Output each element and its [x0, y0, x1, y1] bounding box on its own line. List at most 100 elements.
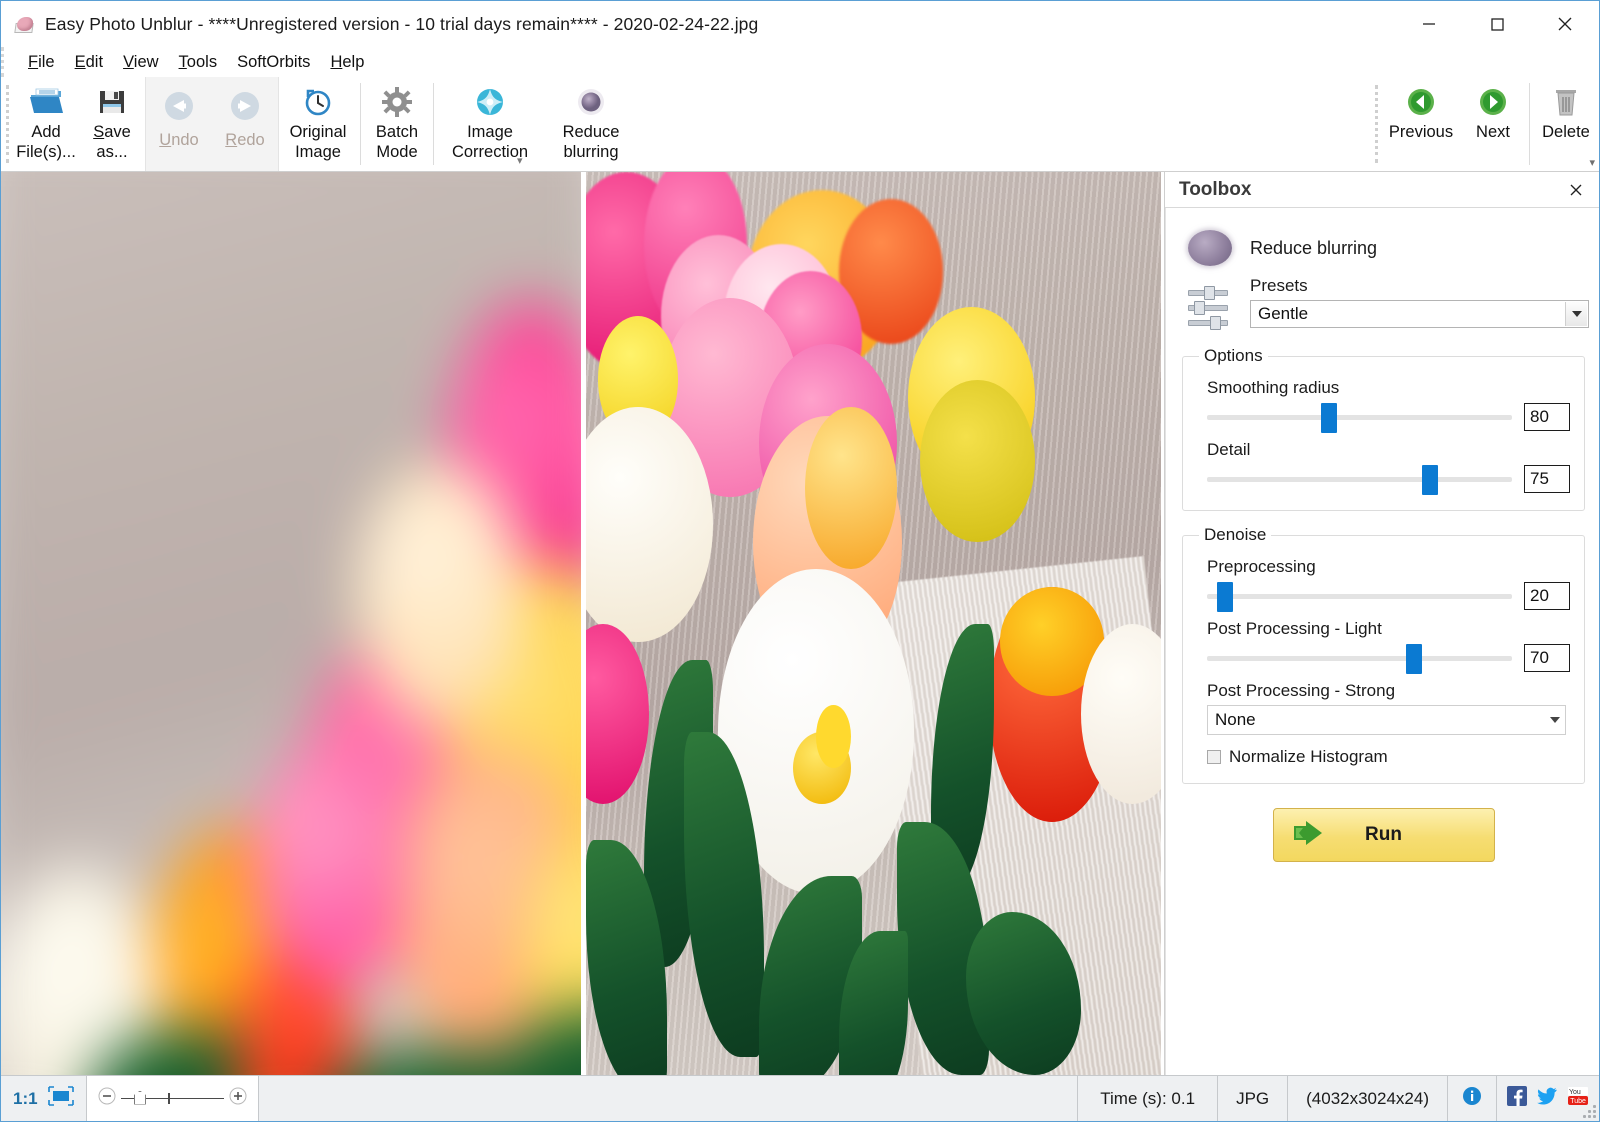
twitter-icon[interactable]: [1537, 1087, 1557, 1110]
maximize-button[interactable]: [1463, 1, 1531, 47]
preprocessing-label: Preprocessing: [1207, 557, 1570, 577]
add-files-icon: [28, 83, 64, 121]
post-processing-strong-label: Post Processing - Strong: [1207, 681, 1570, 701]
batch-mode-button[interactable]: Batch Mode: [364, 77, 430, 171]
previous-button[interactable]: Previous: [1382, 77, 1460, 171]
purple-sphere-icon: [1188, 230, 1232, 266]
smoothing-radius-control: Smoothing radius 80: [1197, 378, 1570, 432]
zoom-in-button[interactable]: [228, 1086, 248, 1111]
image-correction-button[interactable]: Image Correction: [437, 77, 543, 171]
close-button[interactable]: [1531, 1, 1599, 47]
toolbar-grip[interactable]: [6, 85, 13, 163]
presets-row: Presets Gentle: [1178, 270, 1589, 332]
slider-track: [1207, 656, 1512, 661]
processed-image-pane[interactable]: [586, 172, 1161, 1075]
original-image-pane[interactable]: [1, 172, 581, 1075]
slider-thumb[interactable]: [1217, 582, 1233, 612]
main-toolbar: Add File(s)... Save as...: [1, 77, 1599, 172]
menu-edit[interactable]: Edit: [65, 51, 113, 74]
toolbar-overflow-right[interactable]: ▾: [1589, 156, 1595, 169]
menu-file[interactable]: File: [18, 51, 65, 74]
slider-thumb[interactable]: [1321, 403, 1337, 433]
batch-mode-label-1: Batch: [376, 123, 418, 141]
smoothing-radius-slider[interactable]: [1207, 402, 1512, 432]
nav-toolbar-grip[interactable]: [1375, 85, 1382, 163]
zoom-ratio-cell[interactable]: 1:1: [1, 1076, 87, 1121]
menu-edit-label: dit: [86, 53, 103, 71]
info-cell[interactable]: [1448, 1076, 1497, 1121]
menu-help[interactable]: Help: [320, 51, 374, 74]
menu-tools[interactable]: Tools: [169, 51, 228, 74]
reduce-blurring-label-2: blurring: [563, 143, 618, 161]
active-tool-name: Reduce blurring: [1250, 238, 1377, 259]
next-button[interactable]: Next: [1460, 77, 1526, 171]
post-processing-light-label: Post Processing - Light: [1207, 619, 1570, 639]
smoothing-radius-value[interactable]: 80: [1524, 403, 1570, 431]
toolbox-panel: Toolbox Reduce blurring Preset: [1165, 172, 1599, 1075]
options-legend: Options: [1199, 346, 1268, 366]
post-processing-light-value[interactable]: 70: [1524, 644, 1570, 672]
preprocessing-value[interactable]: 20: [1524, 582, 1570, 610]
fit-to-window-icon[interactable]: [48, 1086, 74, 1111]
smoothing-radius-label: Smoothing radius: [1207, 378, 1570, 398]
add-files-button[interactable]: Add File(s)...: [13, 77, 79, 171]
menu-softorbits[interactable]: SoftOrbits: [227, 51, 320, 74]
toolbar-separator: [360, 83, 361, 165]
slider-thumb[interactable]: [1406, 644, 1422, 674]
checkbox-box[interactable]: [1207, 750, 1221, 764]
normalize-histogram-checkbox[interactable]: Normalize Histogram: [1207, 747, 1570, 767]
minimize-button[interactable]: [1395, 1, 1463, 47]
zoom-out-button[interactable]: [97, 1086, 117, 1111]
preprocessing-control: Preprocessing 20: [1197, 557, 1570, 611]
undo-button[interactable]: Undo: [146, 77, 212, 171]
facebook-icon[interactable]: [1507, 1086, 1527, 1111]
zoom-ratio-label: 1:1: [13, 1089, 38, 1109]
undo-arrow-icon: [162, 83, 196, 129]
normalize-histogram-label: Normalize Histogram: [1229, 747, 1388, 767]
window-title: Easy Photo Unblur - ****Unregistered ver…: [45, 14, 758, 35]
presets-value: Gentle: [1251, 304, 1308, 324]
run-button[interactable]: Run: [1273, 808, 1495, 862]
resize-grip[interactable]: [1582, 1104, 1596, 1118]
navigation-toolbar: Previous Next: [1370, 77, 1599, 171]
detail-value[interactable]: 75: [1524, 465, 1570, 493]
toolbar-overflow-left[interactable]: ▾: [517, 154, 523, 167]
original-image-button[interactable]: Original Image: [279, 77, 357, 171]
original-image-label-2: Image: [295, 143, 341, 161]
save-as-icon: [97, 83, 127, 121]
zoom-slider-cell[interactable]: [87, 1076, 259, 1121]
reduce-blurring-button[interactable]: Reduce blurring: [543, 77, 639, 171]
processed-photo: [586, 172, 1161, 1075]
trash-icon: [1552, 83, 1580, 121]
window-controls: [1395, 1, 1599, 47]
redo-arrow-icon: [228, 83, 262, 129]
save-as-button[interactable]: Save as...: [79, 77, 145, 171]
redo-button[interactable]: Redo: [212, 77, 278, 171]
app-icon: [15, 14, 35, 34]
toolbox-title: Toolbox: [1179, 179, 1251, 201]
toolbox-close-button[interactable]: [1563, 177, 1589, 203]
image-canvas[interactable]: [1, 172, 1165, 1075]
add-files-label-1: Add: [31, 123, 60, 141]
delete-label: Delete: [1542, 123, 1590, 141]
next-label: Next: [1476, 123, 1510, 141]
detail-slider[interactable]: [1207, 464, 1512, 494]
undo-label: Undo: [159, 131, 198, 149]
main-body: Toolbox Reduce blurring Preset: [1, 172, 1599, 1075]
post-processing-strong-dropdown[interactable]: None: [1207, 705, 1566, 735]
undo-redo-group: Undo Redo: [145, 77, 279, 171]
zoom-slider[interactable]: [121, 1089, 224, 1109]
chevron-down-icon[interactable]: [1565, 302, 1587, 326]
chevron-down-icon[interactable]: [1546, 707, 1564, 733]
preprocessing-slider[interactable]: [1207, 581, 1512, 611]
menu-view[interactable]: View: [113, 51, 168, 74]
add-files-label-2: File(s)...: [16, 143, 76, 161]
post-processing-light-slider[interactable]: [1207, 643, 1512, 673]
title-bar: Easy Photo Unblur - ****Unregistered ver…: [1, 1, 1599, 47]
slider-thumb[interactable]: [1422, 465, 1438, 495]
info-icon[interactable]: [1462, 1086, 1482, 1111]
run-button-label: Run: [1274, 824, 1494, 846]
detail-label: Detail: [1207, 440, 1570, 460]
presets-dropdown[interactable]: Gentle: [1250, 300, 1589, 328]
format-cell: JPG: [1218, 1076, 1288, 1121]
